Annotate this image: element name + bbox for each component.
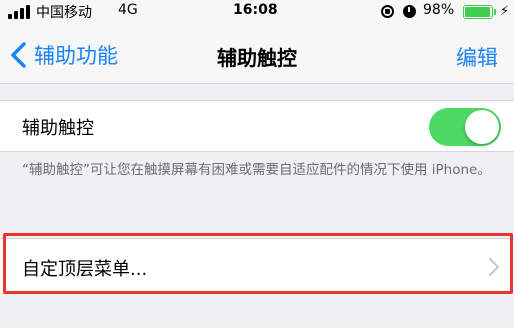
battery-level-fill [465,7,491,17]
assistive-touch-label: 辅助触控 [22,118,94,139]
status-bar: 中国移动 4G 16:08 98% ⚡ [0,0,514,26]
orientation-lock-icon [381,5,394,18]
customize-top-level-menu-row[interactable]: 自定顶层菜单... [0,238,514,294]
battery-icon [463,5,493,19]
chevron-right-icon [488,257,500,277]
status-time: 16:08 [233,2,278,18]
alarm-icon [403,5,416,18]
network-type: 4G [118,2,138,18]
customize-top-level-menu-label: 自定顶层菜单... [22,259,148,280]
assistive-touch-description: “辅助触控”可让您在触摸屏幕有困难或需要自适应配件的情况下使用 iPhone。 [22,162,491,178]
assistive-touch-row: 辅助触控 [0,100,514,152]
toggle-knob [465,110,499,144]
navigation-bar: 辅助功能 辅助触控 编辑 [0,26,514,84]
battery-cap [494,9,496,15]
charging-bolt-icon: ⚡ [500,4,510,19]
edit-button[interactable]: 编辑 [456,42,498,72]
signal-bars-icon [8,5,34,19]
battery-percent: 98% [423,2,455,18]
carrier-name: 中国移动 [36,5,92,21]
assistive-touch-toggle[interactable] [429,108,501,146]
page-title: 辅助触控 [217,46,297,70]
